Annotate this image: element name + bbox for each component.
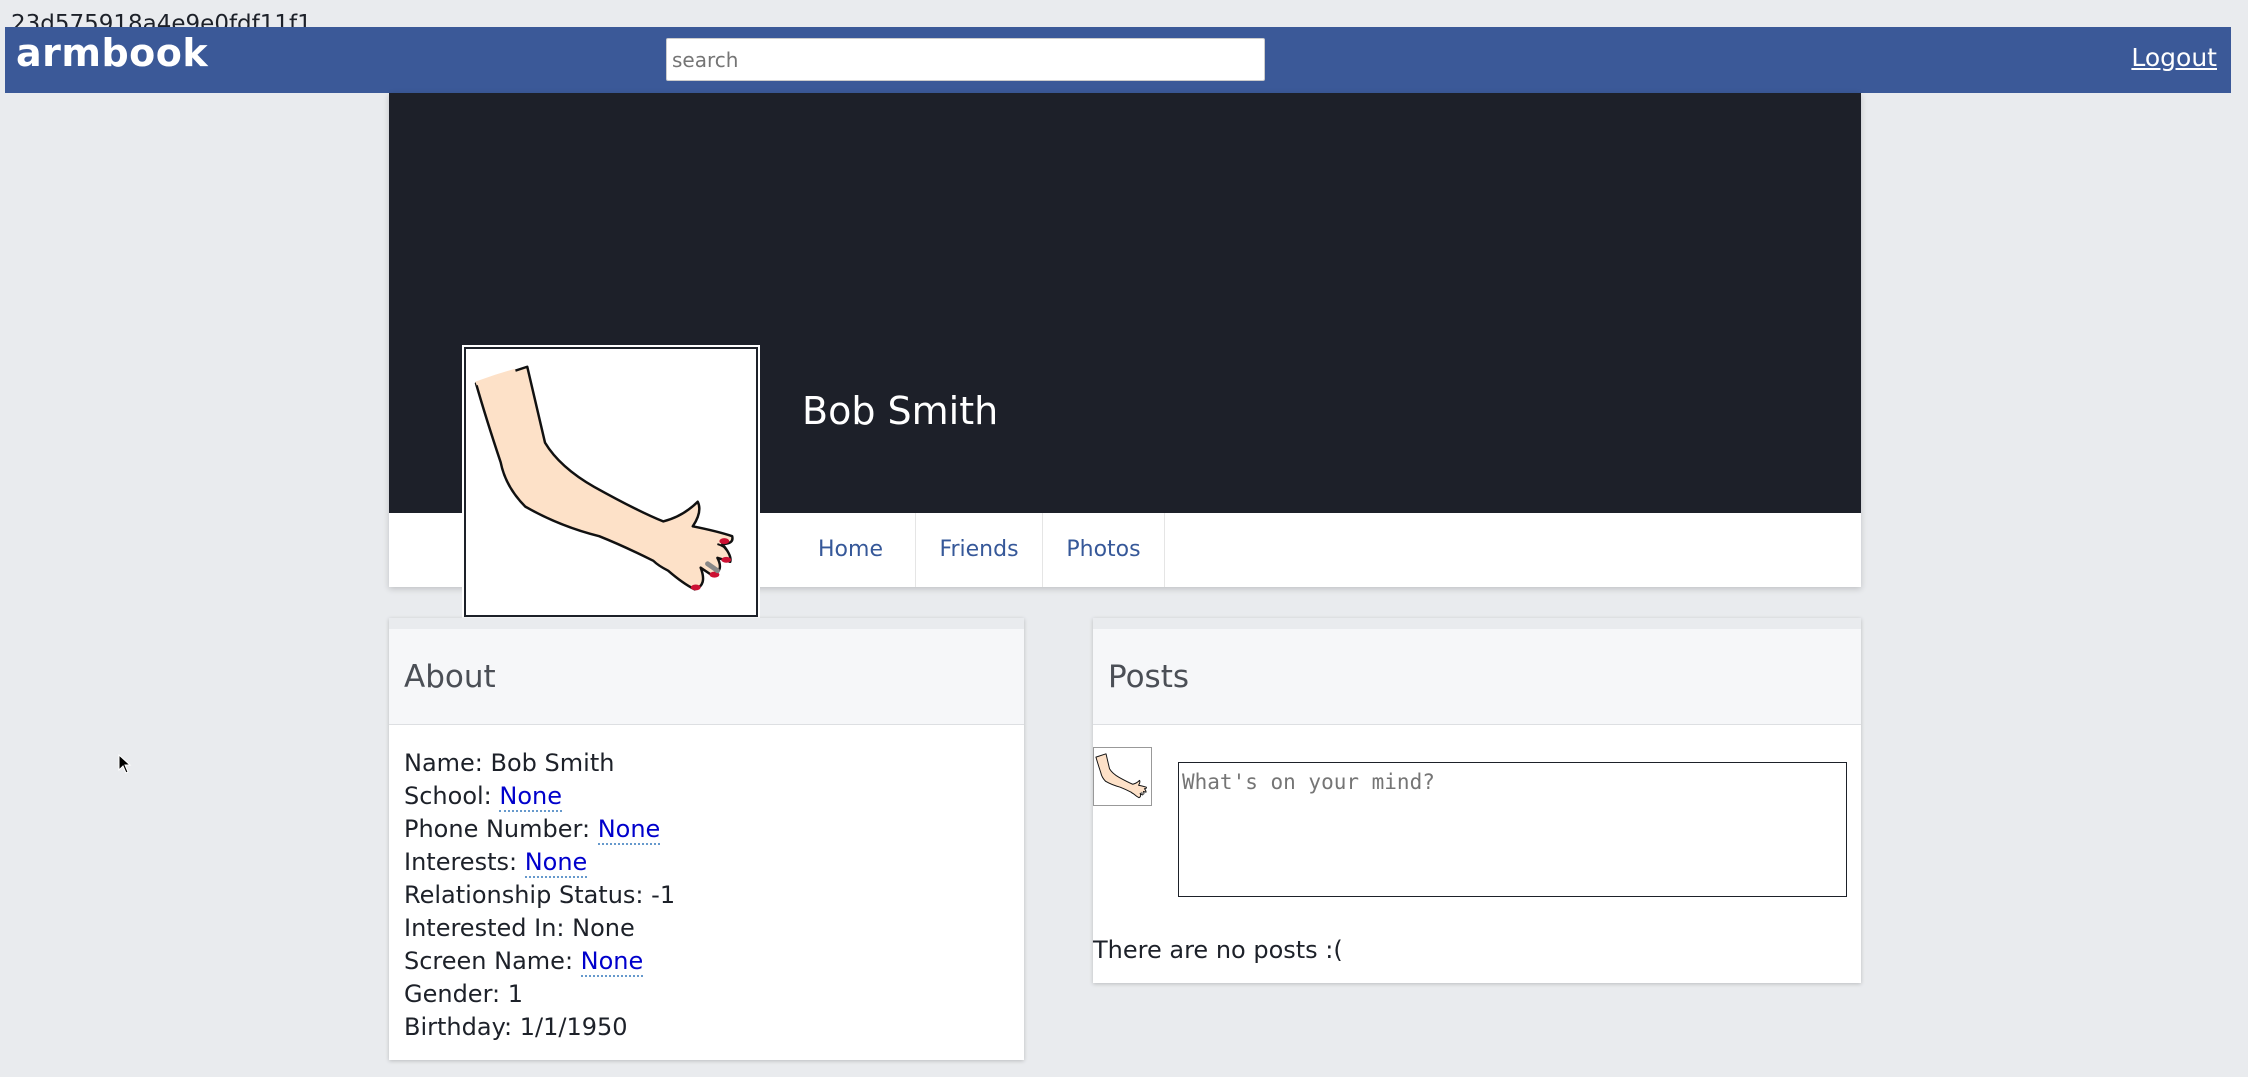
brand-logo[interactable]: armbook xyxy=(16,31,208,75)
about-title: About xyxy=(389,629,1024,725)
phone-number-value[interactable]: None xyxy=(597,815,661,845)
tab-friends[interactable]: Friends xyxy=(916,513,1043,587)
about-row-school: School: None xyxy=(404,782,563,812)
logout-link[interactable]: Logout xyxy=(2131,43,2217,72)
top-navigation-bar: armbook Logout xyxy=(5,27,2231,93)
interests-value[interactable]: None xyxy=(524,848,588,878)
page-hash-text: 23d575918a4e9e0fdf11f1 xyxy=(11,11,312,28)
about-row-phone: Phone Number: None xyxy=(404,815,661,845)
posts-title: Posts xyxy=(1093,629,1861,725)
composer-avatar xyxy=(1093,747,1152,806)
about-row-gender: Gender: 1 xyxy=(404,980,524,1008)
about-row-name: Name: Bob Smith xyxy=(404,749,615,777)
screen-name-value[interactable]: None xyxy=(580,947,644,977)
tab-photos[interactable]: Photos xyxy=(1043,513,1165,587)
about-row-relationship: Relationship Status: -1 xyxy=(404,881,676,909)
mouse-cursor-icon xyxy=(118,754,132,774)
about-row-screen-name: Screen Name: None xyxy=(404,947,644,977)
tab-home[interactable]: Home xyxy=(786,513,916,587)
about-row-interested-in: Interested In: None xyxy=(404,914,635,942)
about-panel: About Name: Bob Smith School: None Phone… xyxy=(389,618,1024,1060)
profile-name: Bob Smith xyxy=(802,389,999,433)
search-input[interactable] xyxy=(666,38,1265,81)
about-row-birthday: Birthday: 1/1/1950 xyxy=(404,1013,628,1041)
school-value[interactable]: None xyxy=(499,782,563,812)
posts-panel: Posts There are no posts :( xyxy=(1093,618,1861,983)
profile-avatar[interactable] xyxy=(464,347,758,617)
about-list: Name: Bob Smith School: None Phone Numbe… xyxy=(389,725,1024,1044)
arm-hand-drawing-icon xyxy=(474,365,734,591)
about-row-interests: Interests: None xyxy=(404,848,588,878)
arm-hand-drawing-icon xyxy=(1095,753,1147,799)
empty-posts-message: There are no posts :( xyxy=(1093,936,1343,964)
post-composer-input[interactable] xyxy=(1178,762,1847,897)
